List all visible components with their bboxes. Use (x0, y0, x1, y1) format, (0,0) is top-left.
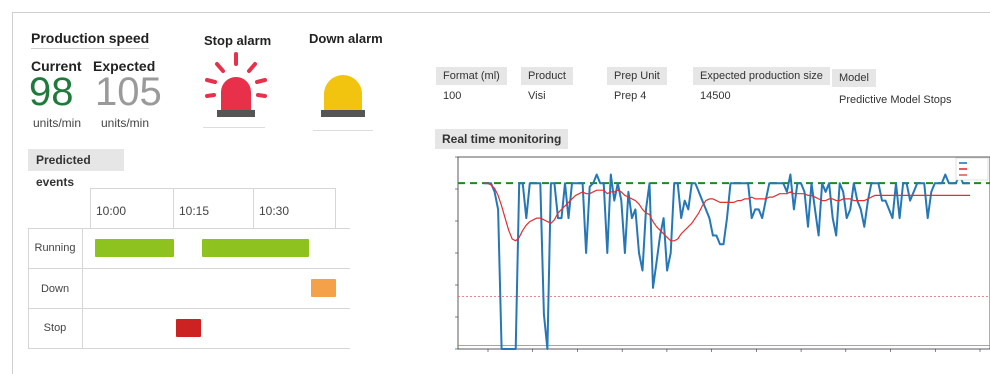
current-unit: units/min (33, 116, 82, 130)
plot-area (457, 156, 990, 350)
row-label-running: Running (34, 242, 76, 254)
stop-alarm-base-line (203, 127, 265, 128)
production-speed-underline (31, 48, 149, 49)
product-value: Visi (528, 90, 546, 102)
product-header: Product (521, 67, 573, 85)
down-alarm-title: Down alarm (309, 31, 383, 46)
expected-production-size-header: Expected production size (693, 67, 830, 85)
down-alarm-icon (321, 75, 365, 117)
format-value: 100 (443, 90, 462, 102)
prep-unit-value: Prep 4 (614, 90, 647, 102)
running-event-bar[interactable] (95, 239, 174, 257)
model-value: Predictive Model Stops (839, 94, 952, 106)
predicted-events-title: Predicted events (28, 149, 124, 189)
time-label: 10:00 (96, 204, 127, 218)
production-speed-title: Production speed (31, 30, 150, 46)
row-label-down: Down (40, 283, 70, 295)
time-grid-line (253, 188, 254, 228)
row-divider (28, 308, 350, 309)
expected-production-size-value: 14500 (700, 90, 731, 102)
time-grid-line (90, 188, 91, 228)
stop-alarm-title: Stop alarm (204, 33, 272, 48)
row-divider (28, 228, 350, 229)
row-label-stop: Stop (43, 322, 67, 334)
time-grid-line (173, 188, 174, 228)
current-speed-value: 98 (29, 70, 74, 114)
format-header: Format (ml) (436, 67, 507, 85)
down-event-bar[interactable] (311, 279, 336, 297)
time-label: 10:15 (179, 204, 210, 218)
expected-speed-value: 105 (95, 70, 162, 114)
stop-event-bar[interactable] (176, 319, 201, 337)
expected-unit: units/min (101, 116, 150, 130)
prep-unit-header: Prep Unit (607, 67, 667, 85)
real-time-monitoring-chart (455, 156, 990, 352)
stop-alarm-icon (205, 52, 267, 117)
row-divider (28, 348, 350, 349)
row-divider (28, 268, 350, 269)
series-line-primary (484, 173, 970, 350)
time-label: 10:30 (259, 204, 290, 218)
row-label-border (82, 228, 83, 348)
down-alarm-base-line (313, 130, 373, 131)
running-event-bar[interactable] (202, 239, 309, 257)
real-time-monitoring-title: Real time monitoring (435, 129, 569, 149)
model-header: Model (832, 69, 876, 87)
time-grid-line (335, 188, 336, 228)
time-header-top (90, 188, 336, 189)
